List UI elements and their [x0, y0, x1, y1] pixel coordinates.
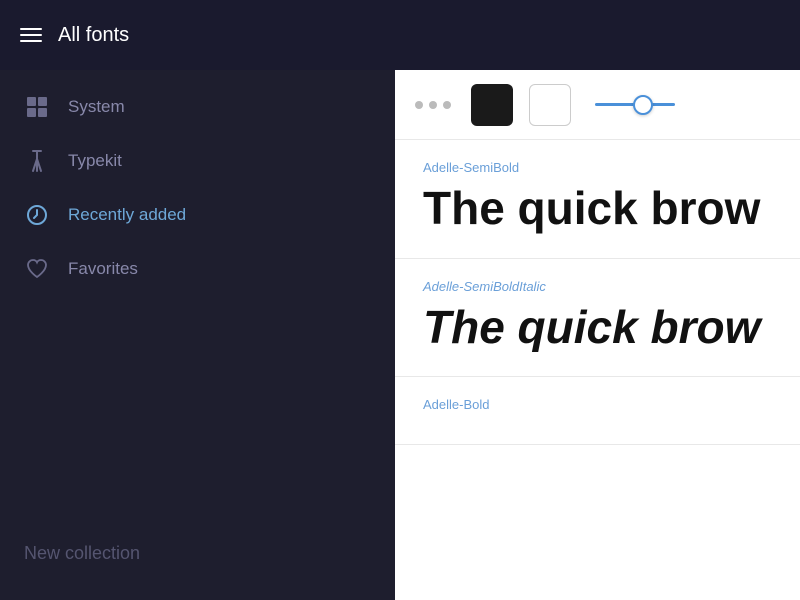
system-icon [24, 94, 50, 120]
sidebar-item-system[interactable]: System [0, 80, 395, 134]
font-entry-1: Adelle-SemiBoldItalic The quick brow [395, 259, 800, 378]
heart-icon [24, 256, 50, 282]
more-options-icon[interactable] [415, 101, 451, 109]
font-name-2: Adelle-Bold [423, 397, 772, 412]
menu-icon[interactable] [20, 28, 42, 42]
sidebar-item-recently-added[interactable]: Recently added [0, 188, 395, 242]
font-preview-0: The quick brow [423, 183, 772, 234]
new-collection-button[interactable]: New collection [0, 527, 395, 580]
slider-track [595, 103, 675, 106]
size-slider[interactable] [595, 103, 675, 106]
dot1 [415, 101, 423, 109]
font-preview-1: The quick brow [423, 302, 772, 353]
font-name-1: Adelle-SemiBoldItalic [423, 279, 772, 294]
sidebar-item-recently-added-label: Recently added [68, 205, 186, 225]
font-list: Adelle-SemiBold The quick brow Adelle-Se… [395, 140, 800, 600]
sidebar: System Typekit Recently added [0, 70, 395, 600]
dot2 [429, 101, 437, 109]
font-name-0: Adelle-SemiBold [423, 160, 772, 175]
sidebar-item-favorites[interactable]: Favorites [0, 242, 395, 296]
main-layout: System Typekit Recently added [0, 70, 800, 600]
typekit-icon [24, 148, 50, 174]
sidebar-item-favorites-label: Favorites [68, 259, 138, 279]
sidebar-item-typekit-label: Typekit [68, 151, 122, 171]
font-entry-2: Adelle-Bold [395, 377, 800, 445]
toolbar [395, 70, 800, 140]
page-title: All fonts [58, 24, 129, 47]
header: All fonts [0, 0, 800, 70]
sidebar-item-typekit[interactable]: Typekit [0, 134, 395, 188]
black-swatch[interactable] [471, 84, 513, 126]
content-area: Adelle-SemiBold The quick brow Adelle-Se… [395, 70, 800, 600]
dot3 [443, 101, 451, 109]
sidebar-item-system-label: System [68, 97, 125, 117]
clock-icon [24, 202, 50, 228]
slider-thumb[interactable] [633, 95, 653, 115]
font-entry-0: Adelle-SemiBold The quick brow [395, 140, 800, 259]
white-swatch[interactable] [529, 84, 571, 126]
